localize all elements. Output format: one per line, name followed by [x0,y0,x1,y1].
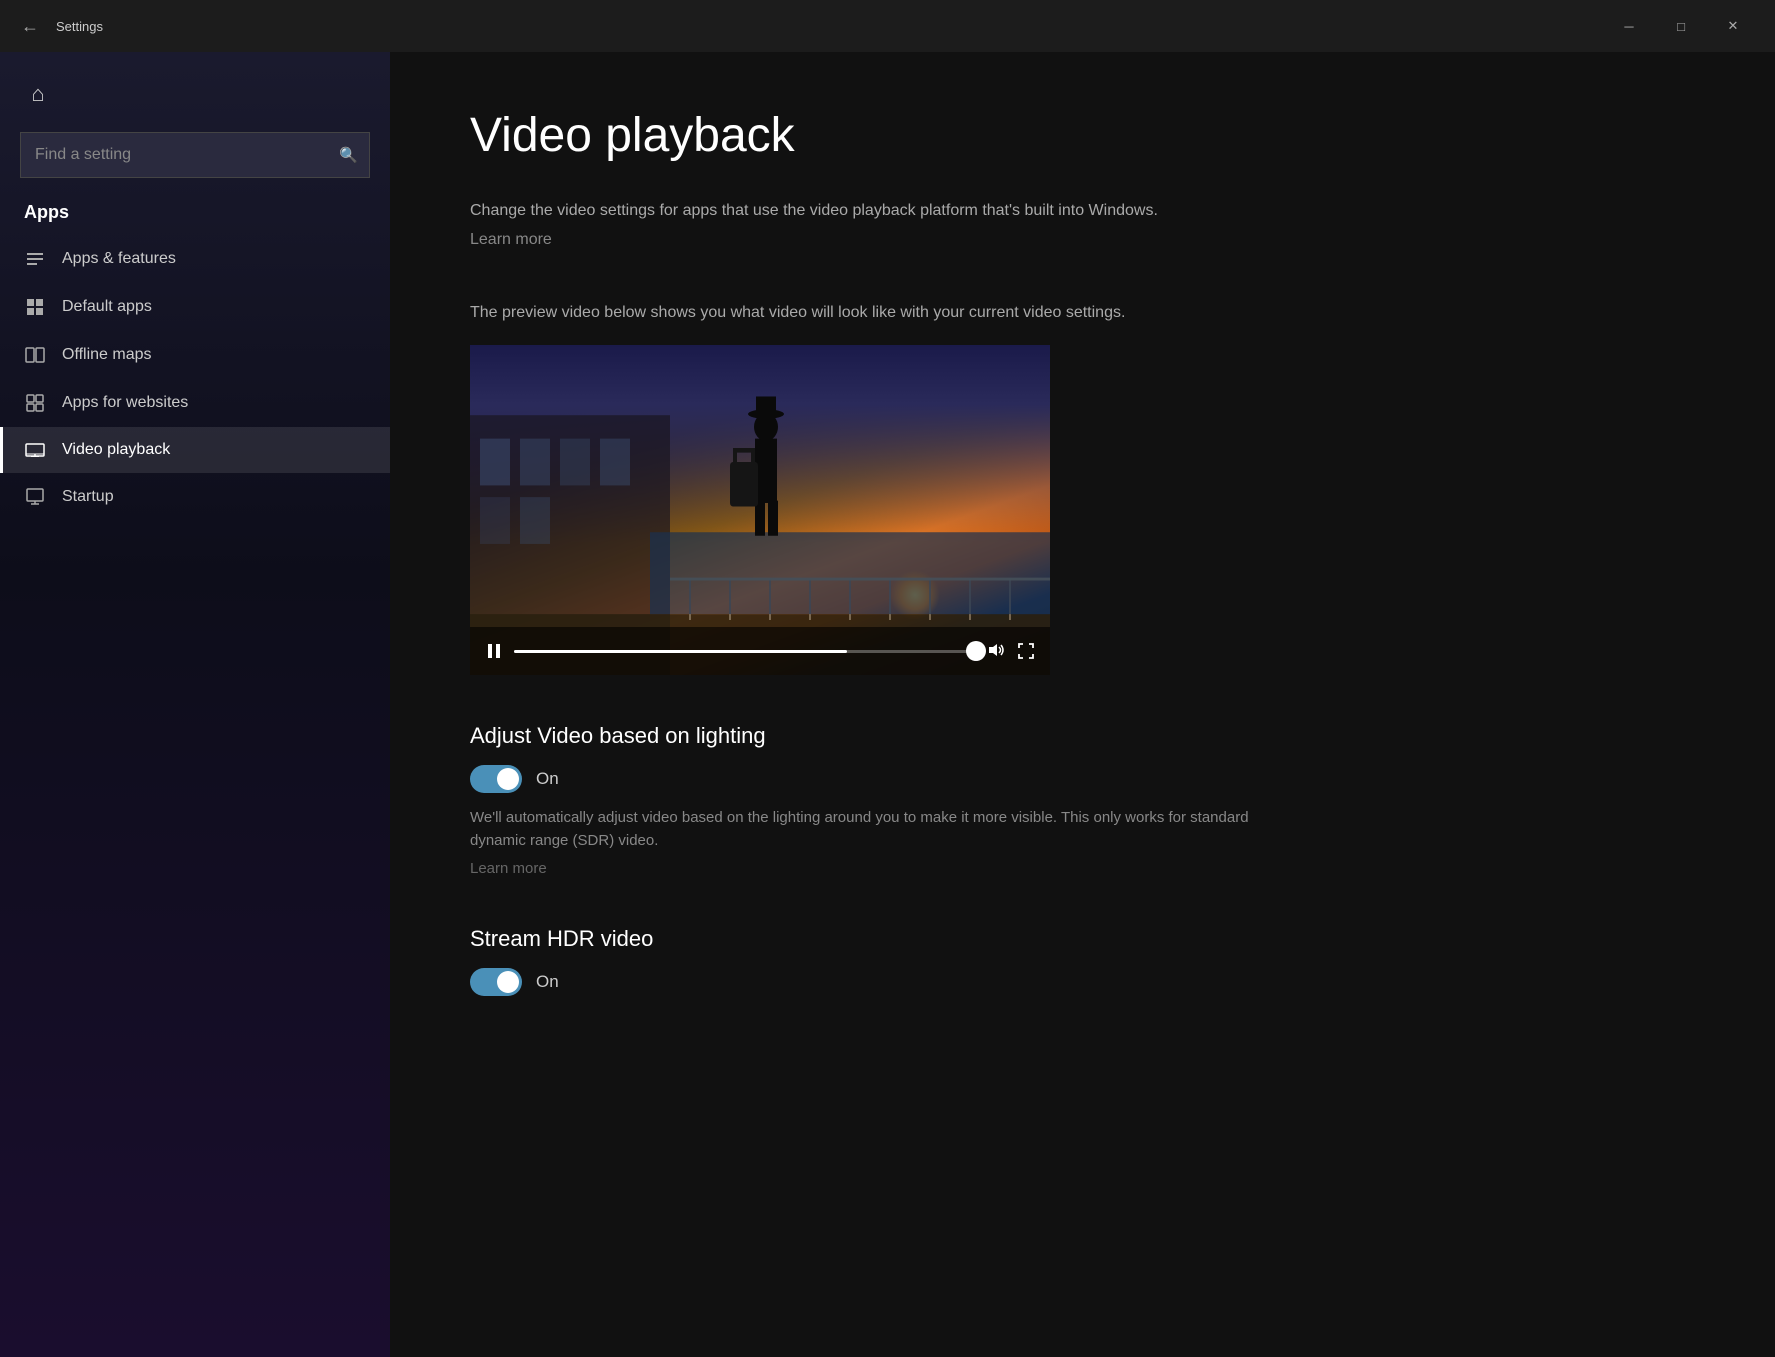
stream-hdr-toggle-label: On [536,972,559,992]
minimize-button[interactable]: ─ [1603,10,1655,42]
close-button[interactable]: ✕ [1707,10,1759,42]
adjust-lighting-title: Adjust Video based on lighting [470,723,1695,749]
title-bar-left: ← Settings [16,12,103,40]
sidebar-item-startup[interactable]: Startup [0,473,390,521]
sidebar: ⌂ 🔍 Apps Apps & features [0,52,390,1357]
search-input[interactable] [20,132,370,178]
content-area: Video playback Change the video settings… [390,52,1775,1357]
page-description: Change the video settings for apps that … [470,199,1250,223]
apps-websites-icon [24,393,46,413]
sidebar-item-apps-features-label: Apps & features [62,250,176,268]
offline-maps-icon [24,345,46,365]
sidebar-item-default-apps-label: Default apps [62,298,152,316]
sidebar-item-video-playback[interactable]: Video playback [0,427,390,473]
adjust-lighting-desc: We'll automatically adjust video based o… [470,807,1250,852]
video-volume-icon[interactable] [988,643,1006,660]
video-pause-button[interactable] [486,643,502,659]
sidebar-item-apps-websites[interactable]: Apps for websites [0,379,390,427]
video-scene [470,345,1050,675]
video-fullscreen-button[interactable] [1018,643,1034,659]
sidebar-item-offline-maps[interactable]: Offline maps [0,331,390,379]
sidebar-item-apps-websites-label: Apps for websites [62,394,188,412]
stream-hdr-section: Stream HDR video On [470,926,1695,996]
video-playback-icon [24,443,46,457]
adjust-lighting-toggle[interactable] [470,765,522,793]
stream-hdr-toggle[interactable] [470,968,522,996]
adjust-lighting-section: Adjust Video based on lighting On We'll … [470,723,1695,878]
learn-more-link-1[interactable]: Learn more [470,231,552,249]
maximize-button[interactable]: □ [1655,10,1707,42]
adjust-lighting-knob [497,768,519,790]
startup-icon [24,487,46,507]
video-progress-track[interactable] [514,650,976,653]
preview-description: The preview video below shows you what v… [470,301,1250,325]
video-preview [470,345,1050,675]
sidebar-item-video-playback-label: Video playback [62,441,170,459]
back-button[interactable]: ← [16,12,44,40]
sidebar-item-default-apps[interactable]: Default apps [0,283,390,331]
search-icon: 🔍 [339,146,358,164]
video-progress-thumb [966,641,986,661]
window-controls: ─ □ ✕ [1603,10,1759,42]
learn-more-link-2[interactable]: Learn more [470,860,547,877]
home-button[interactable]: ⌂ [16,72,60,116]
settings-window: ← Settings ─ □ ✕ ⌂ 🔍 Apps [0,0,1775,1357]
window-title: Settings [56,19,103,34]
default-apps-icon [24,297,46,317]
main-layout: ⌂ 🔍 Apps Apps & features [0,52,1775,1357]
video-controls [470,627,1050,675]
scene-svg [470,345,1050,675]
adjust-lighting-toggle-row: On [470,765,1695,793]
page-title: Video playback [470,108,1695,163]
sidebar-section-title: Apps [0,194,390,235]
adjust-lighting-toggle-label: On [536,769,559,789]
sidebar-item-startup-label: Startup [62,488,114,506]
sidebar-item-apps-features[interactable]: Apps & features [0,235,390,283]
title-bar: ← Settings ─ □ ✕ [0,0,1775,52]
search-container: 🔍 [20,132,370,178]
stream-hdr-knob [497,971,519,993]
sidebar-item-offline-maps-label: Offline maps [62,346,152,364]
stream-hdr-title: Stream HDR video [470,926,1695,952]
apps-features-icon [24,249,46,269]
stream-hdr-toggle-row: On [470,968,1695,996]
video-progress-fill [514,650,847,653]
